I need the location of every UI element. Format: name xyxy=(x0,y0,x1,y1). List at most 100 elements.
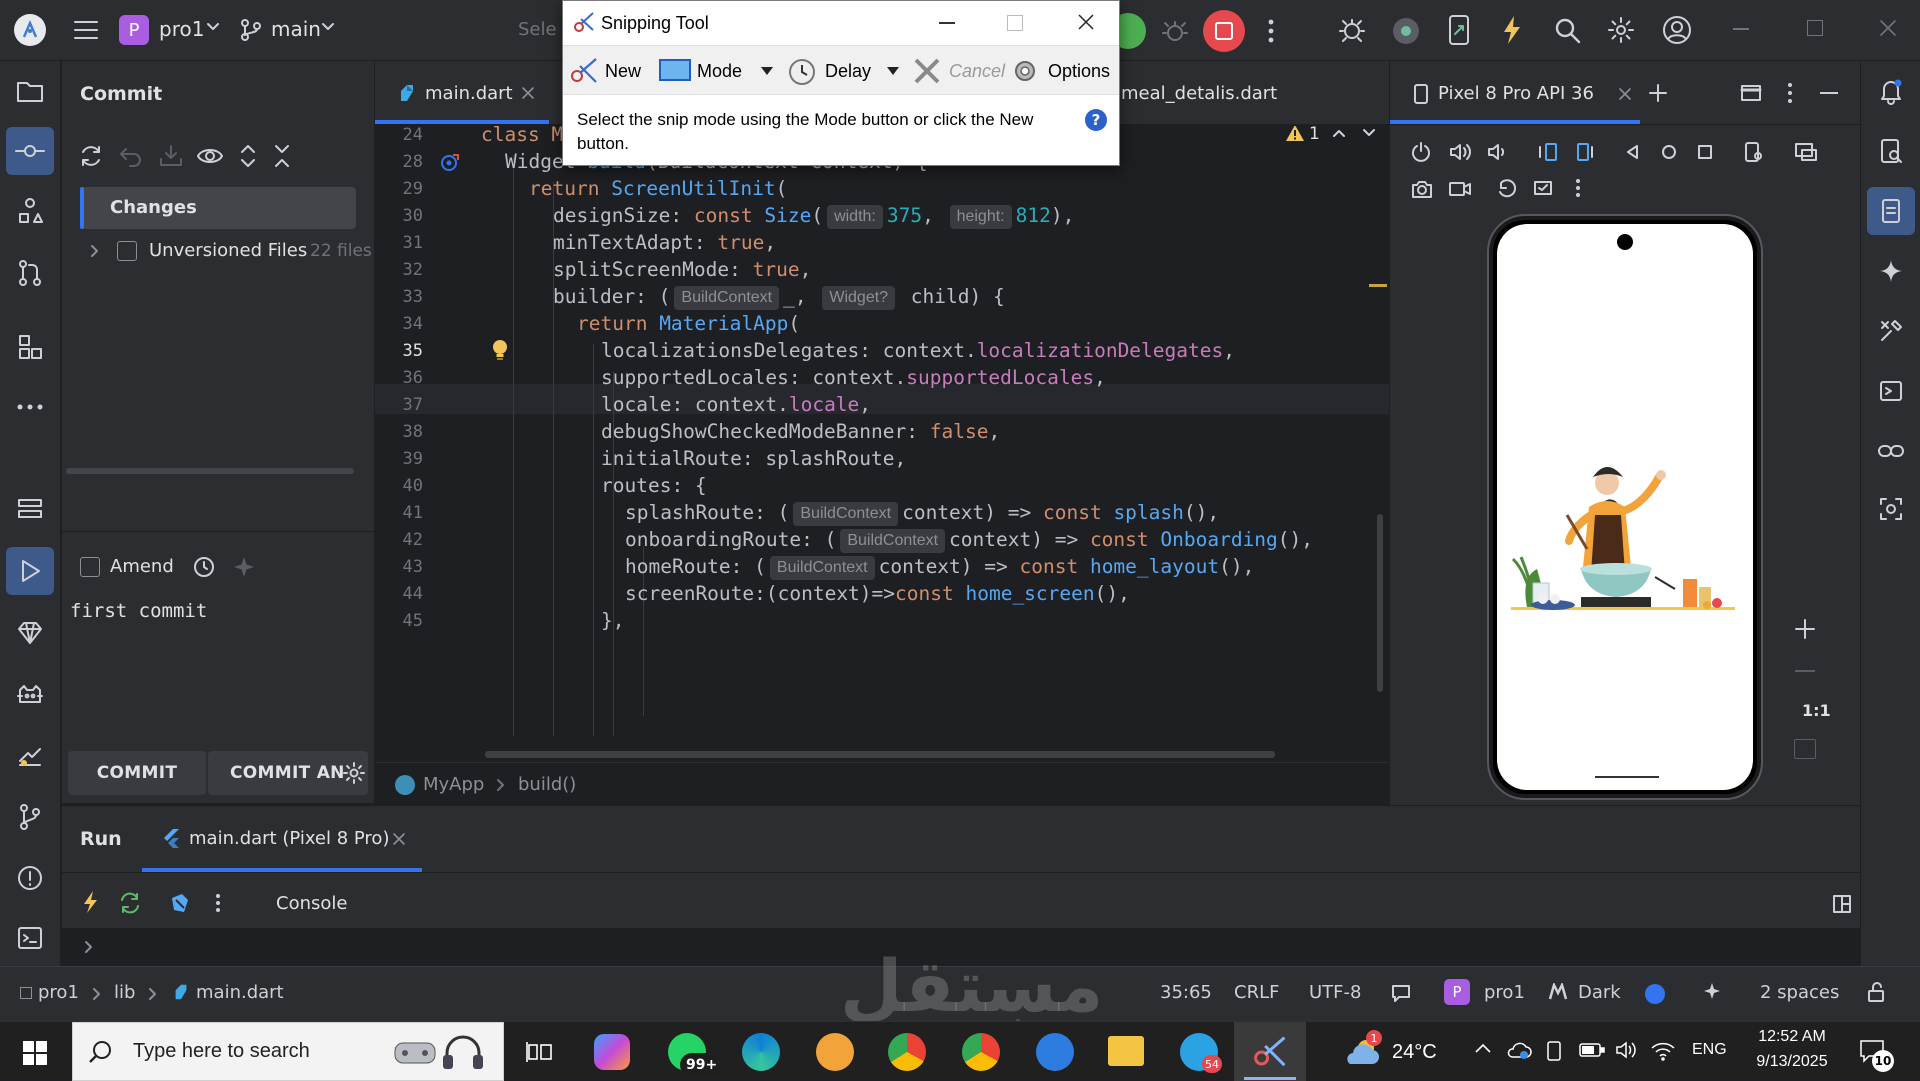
close-window-icon[interactable] xyxy=(1878,18,1898,38)
breadcrumb-class[interactable]: MyApp xyxy=(423,774,484,795)
code-line-40[interactable]: routes: { xyxy=(601,474,707,497)
breadcrumb-lib[interactable]: lib xyxy=(114,982,135,1003)
more-vertical-icon[interactable] xyxy=(1574,177,1582,199)
warning-marker-stripe[interactable] xyxy=(1369,284,1387,287)
running-devices-icon[interactable] xyxy=(1867,187,1915,235)
close-tab-icon[interactable] xyxy=(1618,87,1632,101)
project-name[interactable]: pro1 xyxy=(159,17,204,41)
copilot-icon[interactable] xyxy=(594,1034,630,1070)
gesture-bar[interactable] xyxy=(1595,776,1659,778)
intention-bulb-icon[interactable] xyxy=(491,339,509,363)
project-badge[interactable]: P xyxy=(1444,979,1470,1005)
hot-reload-icon[interactable] xyxy=(1500,14,1524,46)
unversioned-checkbox[interactable] xyxy=(117,241,137,261)
editor-horizontal-scrollbar[interactable] xyxy=(485,751,1275,758)
build-variants-icon[interactable] xyxy=(1867,307,1915,355)
delay-clock-icon[interactable] xyxy=(787,57,817,87)
collapse-all-icon[interactable] xyxy=(272,143,292,169)
expand-all-icon[interactable] xyxy=(238,143,258,169)
search-icon[interactable] xyxy=(1553,16,1583,46)
overview-icon[interactable] xyxy=(1696,143,1714,161)
chevron-right-icon[interactable] xyxy=(90,244,100,258)
zoom-actual-size[interactable]: 1:1 xyxy=(1802,701,1831,720)
flutter-devtools-icon[interactable] xyxy=(168,892,190,914)
rotate-right-icon[interactable] xyxy=(1574,141,1598,163)
commit-button[interactable]: COMMIT xyxy=(68,751,206,795)
code-line-31[interactable]: minTextAdapt: true, xyxy=(553,231,776,254)
input-language[interactable]: ENG xyxy=(1692,1041,1727,1059)
next-highlight-icon[interactable] xyxy=(1361,126,1377,140)
mode-icon[interactable] xyxy=(659,59,691,81)
breadcrumb-file[interactable]: main.dart xyxy=(196,982,284,1003)
temperature[interactable]: 24°C xyxy=(1392,1041,1437,1064)
tab-meal-details-dart[interactable]: meal_detalis.dart xyxy=(1121,83,1277,104)
unlock-icon[interactable] xyxy=(1866,981,1886,1003)
changes-group-row[interactable]: Changes xyxy=(80,187,356,229)
brave-browser-icon[interactable] xyxy=(816,1033,854,1071)
camera-icon[interactable] xyxy=(1410,179,1434,199)
previous-highlight-icon[interactable] xyxy=(1331,126,1347,140)
taskbar-search-box[interactable]: Type here to search xyxy=(72,1022,504,1081)
chevron-down-icon[interactable] xyxy=(321,22,335,32)
gemini-sparkle-icon[interactable] xyxy=(1867,247,1915,295)
horizontal-scrollbar[interactable] xyxy=(66,468,354,474)
readonly-comment-icon[interactable] xyxy=(1390,983,1412,1003)
unversioned-files-label[interactable]: Unversioned Files xyxy=(149,240,307,261)
more-vertical-icon[interactable] xyxy=(1266,16,1276,46)
add-device-icon[interactable] xyxy=(1648,83,1668,103)
back-icon[interactable] xyxy=(1624,143,1642,161)
chrome-icon[interactable] xyxy=(888,1033,926,1071)
code-line-32[interactable]: splitScreenMode: true, xyxy=(553,258,811,281)
edge-browser-icon[interactable] xyxy=(742,1033,780,1071)
clock-time[interactable]: 12:52 AM xyxy=(1752,1028,1832,1046)
resource-manager-icon[interactable] xyxy=(6,323,54,371)
search-everywhere-hint[interactable]: Sele xyxy=(518,19,557,40)
volume-icon[interactable] xyxy=(1614,1038,1638,1062)
preview-eye-icon[interactable] xyxy=(196,143,224,169)
code-line-38[interactable]: debugShowCheckedModeBanner: false, xyxy=(601,420,1000,443)
cloud-sync-icon[interactable] xyxy=(1506,1039,1532,1061)
rotate-left-icon[interactable] xyxy=(1536,141,1560,163)
tablet-icon[interactable] xyxy=(1544,1039,1564,1063)
device-manager-icon[interactable] xyxy=(1393,18,1419,44)
commit-message-input[interactable]: first commit xyxy=(70,600,207,622)
delay-button[interactable]: Delay xyxy=(825,61,871,82)
more-tools-icon[interactable] xyxy=(6,383,54,431)
close-tab-icon[interactable] xyxy=(392,832,406,846)
status-project[interactable]: pro1 xyxy=(1484,982,1525,1003)
code-line-37[interactable]: locale: context.locale, xyxy=(601,393,871,416)
phone-screen[interactable] xyxy=(1497,224,1753,790)
structure-shapes-icon[interactable] xyxy=(6,187,54,235)
wifi-icon[interactable] xyxy=(1650,1038,1676,1062)
commit-options-gear-icon[interactable] xyxy=(342,761,366,785)
logcat-icon[interactable] xyxy=(6,671,54,719)
volume-down-icon[interactable] xyxy=(1486,141,1508,163)
link-icon[interactable] xyxy=(1867,427,1915,475)
close-window-icon[interactable] xyxy=(1077,13,1095,31)
zoom-fit-icon[interactable] xyxy=(1794,739,1816,759)
home-icon[interactable] xyxy=(1660,143,1678,161)
android-studio-icon[interactable] xyxy=(1036,1033,1074,1071)
device-mirroring-icon[interactable] xyxy=(1446,13,1472,47)
hot-restart-icon[interactable] xyxy=(118,892,142,914)
zoom-out-icon[interactable] xyxy=(1795,670,1815,672)
code-line-35[interactable]: localizationsDelegates: context.localiza… xyxy=(601,339,1235,362)
code-line-29[interactable]: return ScreenUtilInit( xyxy=(529,177,787,200)
account-icon[interactable] xyxy=(1661,14,1693,46)
chrome-profile-icon[interactable] xyxy=(962,1033,1000,1071)
code-line-45[interactable]: }, xyxy=(601,609,624,632)
code-area[interactable]: 24 class M 28 Widget build(BuildContext … xyxy=(375,126,1389,738)
code-line-43[interactable]: homeRoute: (BuildContext context) => cons… xyxy=(625,555,1254,580)
project-folder-icon[interactable] xyxy=(6,67,54,115)
emulator-icon[interactable] xyxy=(1867,367,1915,415)
code-line-24[interactable]: class M xyxy=(481,126,563,146)
chevron-right-icon[interactable] xyxy=(84,940,94,954)
layout-inspector-icon[interactable] xyxy=(1867,485,1915,533)
power-icon[interactable] xyxy=(1410,141,1432,163)
hide-panel-icon[interactable] xyxy=(1820,92,1838,94)
new-snip-icon[interactable] xyxy=(569,56,599,86)
code-line-30[interactable]: designSize: const Size(width: 375, height… xyxy=(553,204,1074,229)
window-layout-icon[interactable] xyxy=(1740,83,1762,103)
reset-icon[interactable] xyxy=(1496,179,1518,199)
line-separator[interactable]: CRLF xyxy=(1234,982,1279,1003)
